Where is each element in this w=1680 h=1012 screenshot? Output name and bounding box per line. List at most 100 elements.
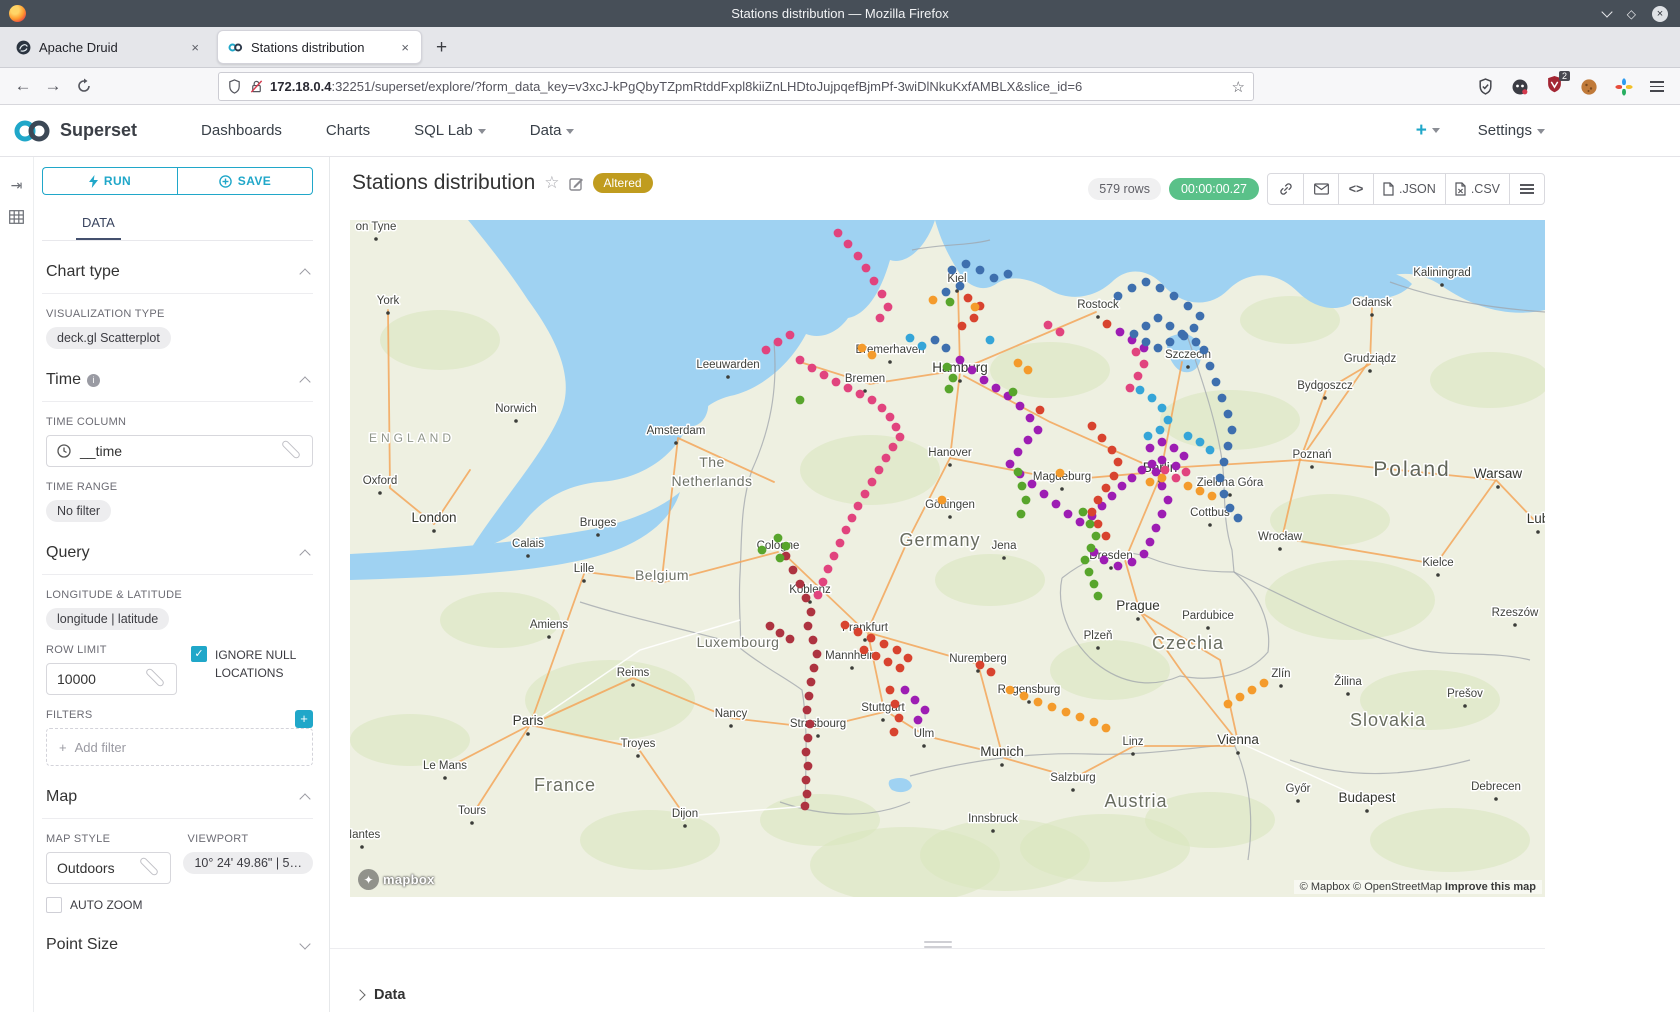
viewport-label: VIEWPORT <box>187 833 309 845</box>
svg-text:Czechia: Czechia <box>1152 633 1224 653</box>
export-json-button[interactable]: .JSON <box>1373 174 1445 204</box>
svg-text:Paris: Paris <box>513 713 544 728</box>
map-canvas[interactable]: on TyneYorkENGLANDNorwichOxfordLondonAms… <box>350 220 1545 897</box>
nav-data[interactable]: Data <box>530 122 575 139</box>
window-shade-icon[interactable] <box>1601 6 1612 17</box>
svg-text:Pardubice: Pardubice <box>1182 610 1234 622</box>
improve-map-link[interactable]: Improve this map <box>1445 881 1536 893</box>
viz-type-value[interactable]: deck.gl Scatterplot <box>46 327 171 349</box>
mapbox-logo[interactable]: ✦ mapbox <box>358 869 435 890</box>
data-panel-toggle[interactable]: Data <box>356 987 405 1003</box>
back-button[interactable]: ← <box>8 76 38 96</box>
add-filter-dropzone[interactable]: + Add filter <box>46 728 313 766</box>
row-count-badge: 579 rows <box>1088 178 1161 200</box>
chevron-up-icon <box>299 793 310 804</box>
bookmark-star-icon[interactable]: ☆ <box>1232 78 1245 96</box>
add-filter-plus-button[interactable]: + <box>295 710 313 728</box>
multi-account-extension-icon[interactable] <box>1511 78 1529 96</box>
share-link-button[interactable] <box>1268 174 1303 204</box>
section-header[interactable]: Point Size <box>42 936 313 966</box>
menu-button[interactable] <box>1650 79 1664 95</box>
chevron-down-icon <box>299 938 310 949</box>
tab-close-icon[interactable]: × <box>189 40 201 55</box>
ublock-extension-icon[interactable]: 2 <box>1546 75 1563 98</box>
favorite-star-icon[interactable]: ☆ <box>544 173 559 193</box>
svg-text:London: London <box>411 510 456 525</box>
section-header[interactable]: Chart type <box>42 263 313 294</box>
new-tab-button[interactable]: + <box>436 37 447 59</box>
pinwheel-extension-icon[interactable] <box>1615 78 1633 96</box>
tab-stations-distribution[interactable]: Stations distribution × <box>217 30 422 64</box>
forward-button[interactable]: → <box>38 76 68 96</box>
control-panel: RUN SAVE DATA Chart type VISUALIZATION T… <box>34 157 330 1012</box>
altered-badge[interactable]: Altered <box>593 173 653 193</box>
superset-logo[interactable] <box>12 118 52 144</box>
superset-navbar: Superset Dashboards Charts SQL Lab Data … <box>0 105 1680 157</box>
svg-text:Vienna: Vienna <box>1217 732 1259 747</box>
svg-text:Warsaw: Warsaw <box>1474 466 1523 481</box>
svg-text:Salzburg: Salzburg <box>1050 772 1095 784</box>
settings-menu[interactable]: Settings <box>1478 122 1545 139</box>
time-column-label: TIME COLUMN <box>46 416 309 428</box>
chart-menu-button[interactable] <box>1509 174 1544 204</box>
svg-text:Munich: Munich <box>980 744 1024 759</box>
url-bar[interactable]: 172.18.0.4:32251/superset/explore/?form_… <box>218 72 1254 101</box>
export-csv-button[interactable]: .CSV <box>1445 174 1509 204</box>
nav-sql-lab[interactable]: SQL Lab <box>414 122 486 139</box>
lonlat-value[interactable]: longitude | latitude <box>46 608 169 630</box>
chevron-down-icon <box>145 667 166 688</box>
mapbox-wordmark: mapbox <box>383 872 435 887</box>
url-text[interactable]: 172.18.0.4:32251/superset/explore/?form_… <box>270 79 1226 94</box>
section-header[interactable]: Timei <box>42 371 313 402</box>
brand-name[interactable]: Superset <box>60 120 137 141</box>
viewport-value[interactable]: 10° 24' 49.86" | 5… <box>183 852 313 874</box>
email-button[interactable] <box>1303 174 1338 204</box>
tab-data[interactable]: DATA <box>76 207 121 240</box>
lonlat-label: LONGITUDE & LATITUDE <box>46 589 309 601</box>
svg-text:Le Mans: Le Mans <box>423 760 467 772</box>
svg-text:Plzeň: Plzeň <box>1084 630 1113 642</box>
section-header[interactable]: Map <box>42 788 313 819</box>
svg-text:Poland: Poland <box>1373 458 1450 481</box>
svg-text:Grudziądz: Grudziądz <box>1344 353 1397 365</box>
mapbox-attribution-link[interactable]: © Mapbox <box>1300 881 1350 893</box>
insecure-lock-icon[interactable] <box>249 79 264 94</box>
panel-tabs: DATA <box>42 207 313 241</box>
save-button[interactable]: SAVE <box>177 167 313 195</box>
mapbox-icon: ✦ <box>358 869 379 890</box>
tab-close-icon[interactable]: × <box>399 40 411 55</box>
embed-code-button[interactable]: <> <box>1338 174 1373 204</box>
new-item-button[interactable]: + <box>1416 120 1440 142</box>
row-limit-select[interactable]: 10000 <box>46 663 177 695</box>
nav-charts[interactable]: Charts <box>326 122 370 139</box>
svg-text:Lub: Lub <box>1527 511 1545 526</box>
map-style-select[interactable]: Outdoors <box>46 852 171 884</box>
ignore-null-checkbox[interactable]: ✓ <box>191 646 207 662</box>
window-maximize-icon[interactable]: ◇ <box>1627 8 1636 20</box>
nav-dashboards[interactable]: Dashboards <box>201 122 282 139</box>
run-button[interactable]: RUN <box>42 167 177 195</box>
edit-properties-icon[interactable] <box>569 176 584 191</box>
time-column-select[interactable]: __time <box>46 435 313 467</box>
datasource-grid-icon[interactable] <box>9 210 24 224</box>
deckgl-scatterplot[interactable]: on TyneYorkENGLANDNorwichOxfordLondonAms… <box>350 220 1545 897</box>
reload-button[interactable] <box>76 78 92 94</box>
cookie-extension-icon[interactable] <box>1580 78 1598 96</box>
query-timer-badge: 00:00:00.27 <box>1169 178 1259 200</box>
envelope-icon <box>1314 183 1329 195</box>
section-query: Query LONGITUDE & LATITUDE longitude | l… <box>42 544 313 766</box>
pocket-extension-icon[interactable] <box>1477 78 1494 95</box>
svg-text:Mannheim: Mannheim <box>825 650 879 662</box>
svg-text:Nancy: Nancy <box>715 708 748 720</box>
time-range-value[interactable]: No filter <box>46 500 111 522</box>
window-close-button[interactable]: × <box>1652 6 1668 22</box>
auto-zoom-checkbox[interactable] <box>46 897 62 913</box>
expand-panel-icon[interactable]: ⇥ <box>0 177 33 194</box>
section-header[interactable]: Query <box>42 544 313 575</box>
osm-attribution-link[interactable]: © OpenStreetMap <box>1353 881 1442 893</box>
svg-text:Amiens: Amiens <box>530 619 569 631</box>
svg-text:Debrecen: Debrecen <box>1471 781 1521 793</box>
permissions-shield-icon[interactable] <box>227 79 242 94</box>
resize-grip[interactable] <box>924 941 952 951</box>
tab-apache-druid[interactable]: Apache Druid × <box>6 30 211 64</box>
